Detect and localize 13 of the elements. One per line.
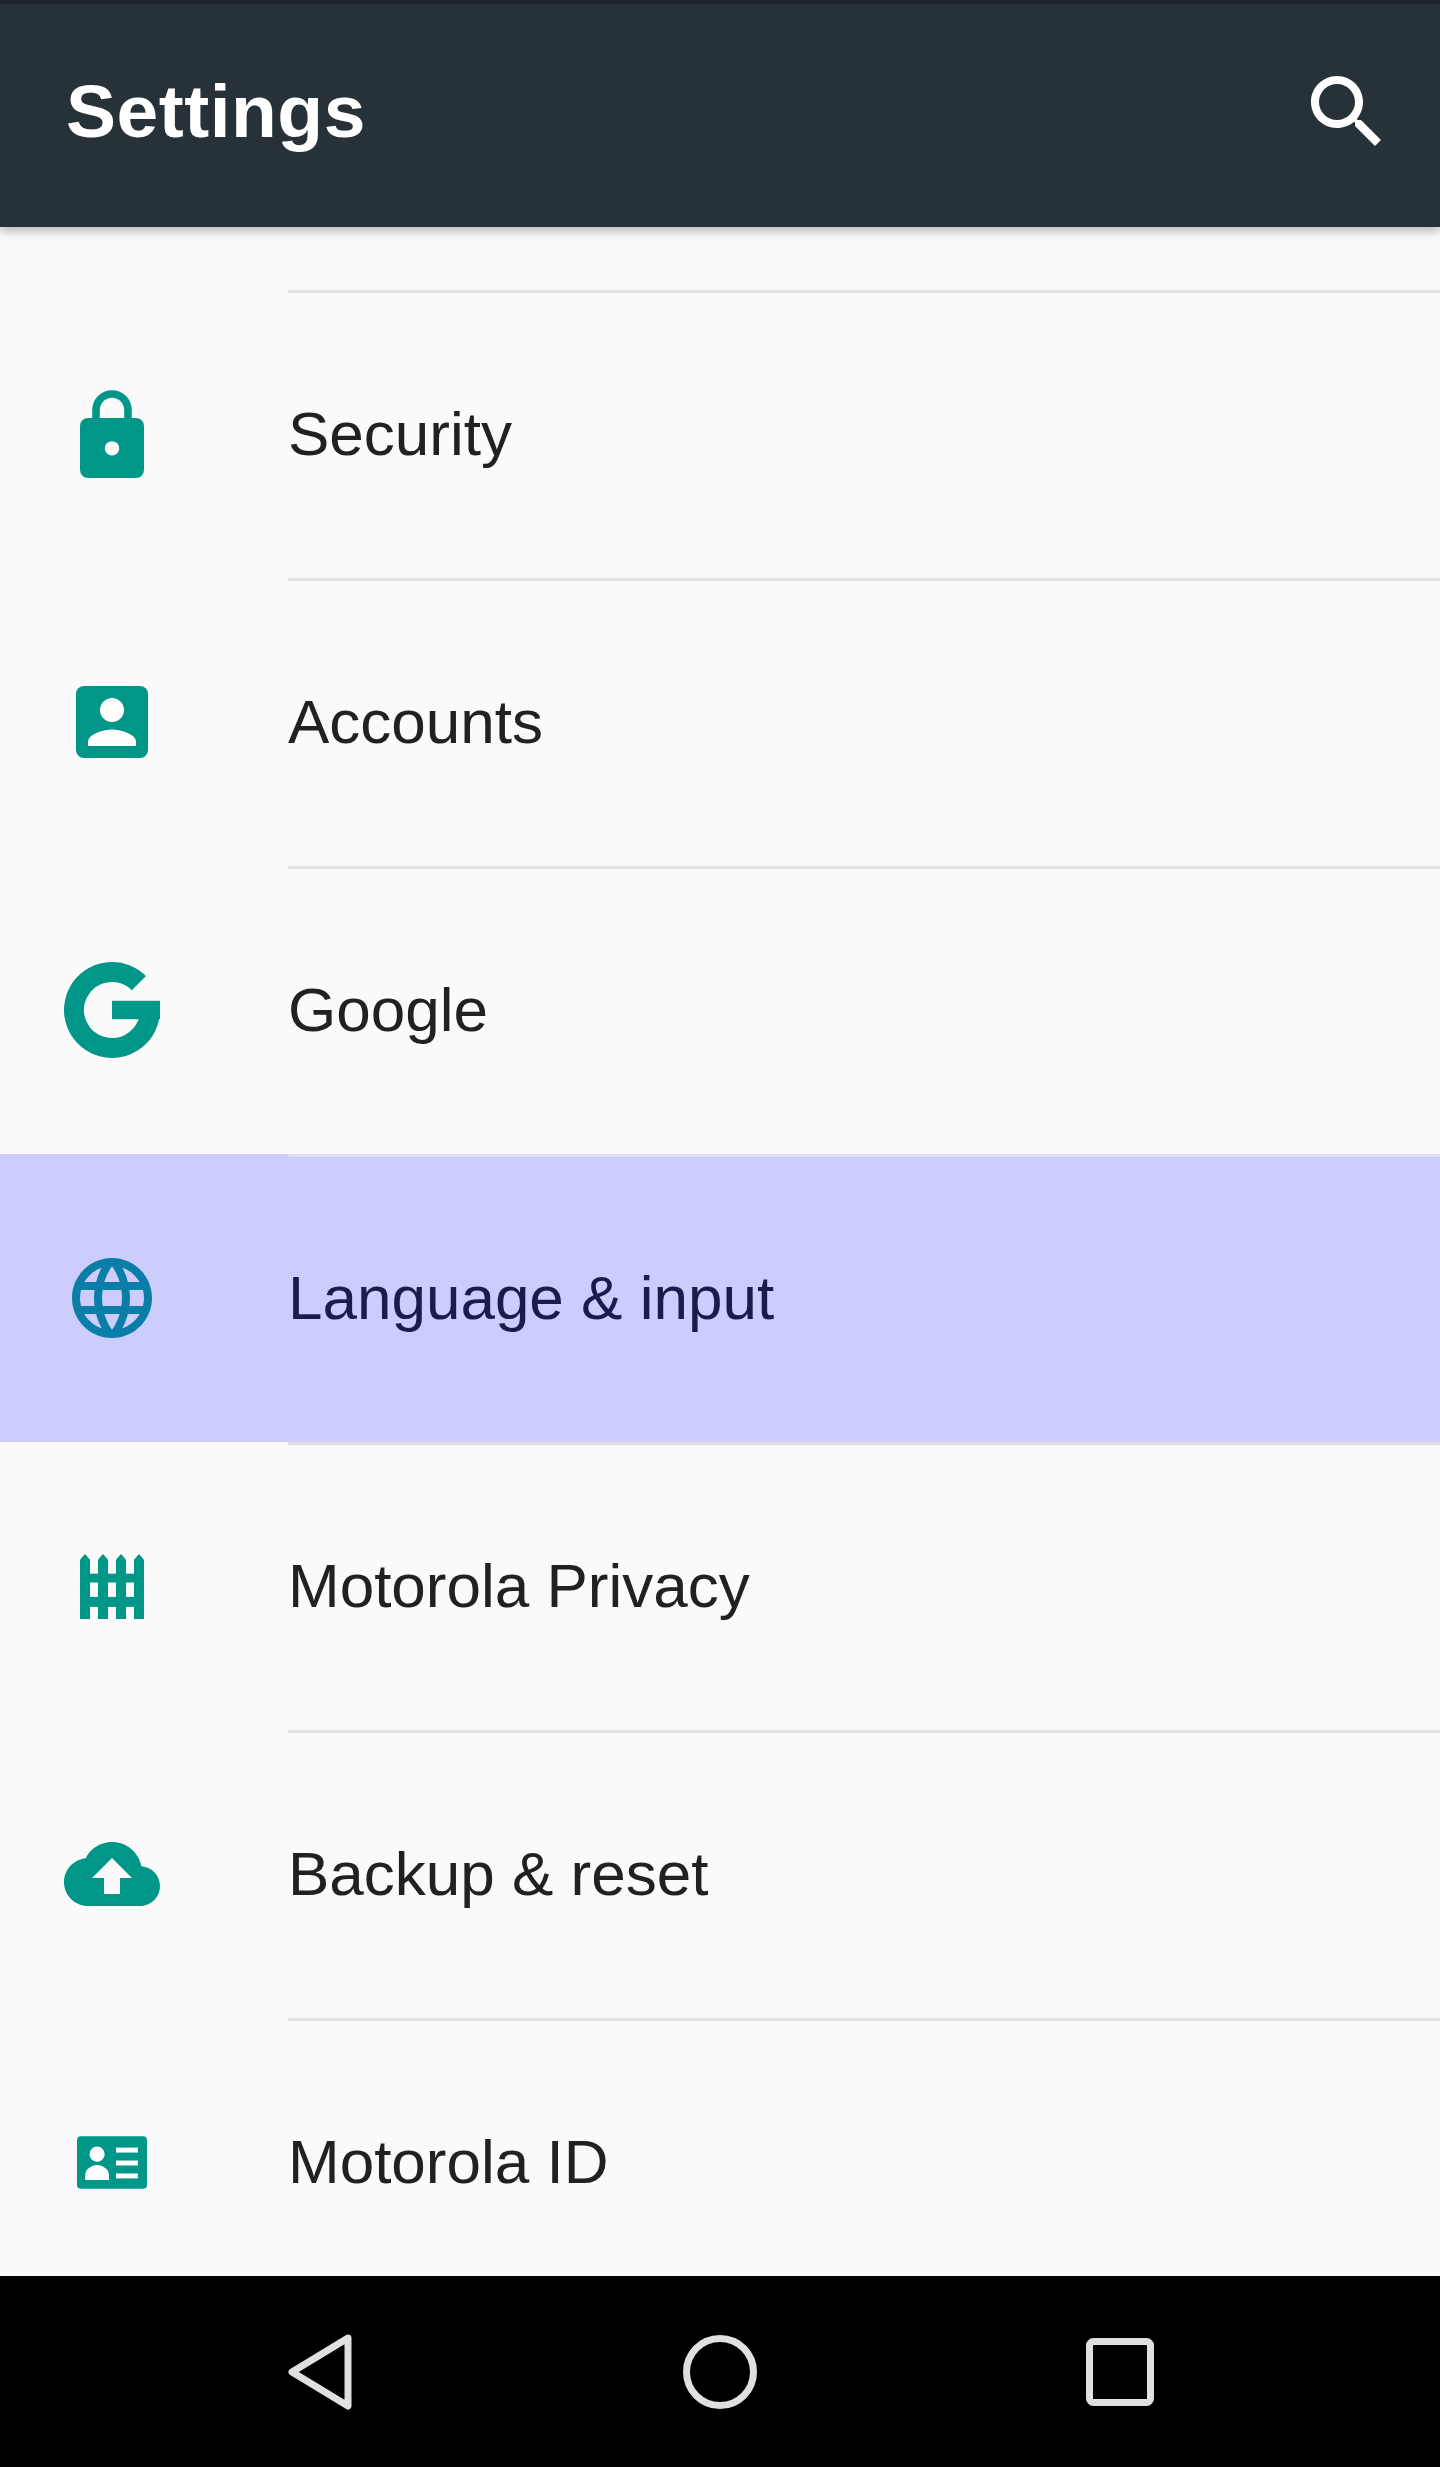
- screen-title: Settings: [66, 67, 366, 154]
- search-icon[interactable]: [1311, 75, 1381, 146]
- id-card-icon: [77, 2135, 147, 2189]
- cloud-upload-icon: [64, 1842, 160, 1906]
- globe-icon: [72, 1258, 152, 1338]
- recent-apps-icon[interactable]: [1086, 2337, 1154, 2406]
- fence-icon: [80, 1553, 144, 1619]
- back-icon[interactable]: [287, 2333, 353, 2410]
- person-box-icon: [76, 686, 148, 758]
- lock-icon: [80, 390, 144, 478]
- settings-item[interactable]: Language & input: [0, 1154, 1440, 1442]
- home-icon[interactable]: [683, 2334, 757, 2409]
- g-logo-icon: [64, 962, 160, 1058]
